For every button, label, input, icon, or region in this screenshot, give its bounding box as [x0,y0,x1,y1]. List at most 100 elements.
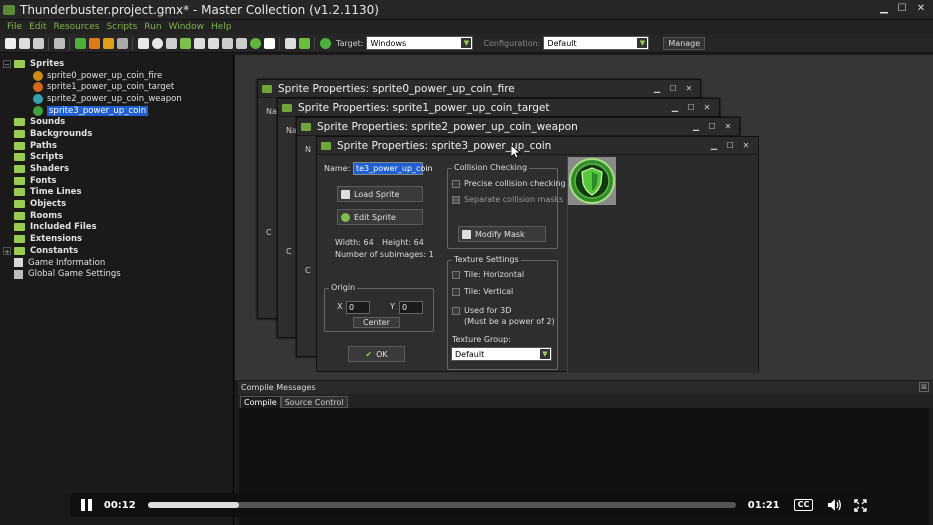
window-titlebar[interactable]: Sprite Properties: sprite1_power_up_coin… [278,99,719,117]
tree-folder-backgrounds[interactable]: Backgrounds [3,128,233,140]
tree-item-game-information[interactable]: Game Information [3,257,233,269]
tree-folder-constants[interactable]: + Constants [3,245,233,257]
object-icon[interactable] [249,37,261,49]
origin-label: Origin [329,283,358,292]
tile-horizontal-checkbox[interactable]: Tile: Horizontal [452,270,524,279]
tile-vertical-checkbox[interactable]: Tile: Vertical [452,287,513,296]
run-icon[interactable] [74,37,86,49]
tree-folder-rooms[interactable]: Rooms [3,210,233,222]
close-icon[interactable]: ✕ [721,121,735,132]
sound-icon[interactable] [151,37,163,49]
tree-folder-fonts[interactable]: Fonts [3,175,233,187]
sprite-name-input[interactable]: te3_power_up_coin [353,162,433,175]
help-icon[interactable] [319,37,331,49]
tree-folder-shaders[interactable]: Shaders [3,163,233,175]
minimize-icon[interactable]: ▁ [650,83,664,94]
closed-captions-button[interactable]: CC [793,499,814,511]
menu-resources[interactable]: Resources [54,22,100,32]
shader-icon[interactable] [207,37,219,49]
expand-icon[interactable]: + [3,246,11,256]
resource-tree: − Sprites sprite0_power_up_coin_fire spr… [0,55,234,525]
maximize-icon[interactable]: ☐ [723,140,737,151]
close-icon[interactable]: ✕ [700,102,714,113]
name-label: Name: [324,164,351,173]
window-titlebar[interactable]: Sprite Properties: sprite2_power_up_coin… [297,118,739,136]
font-icon[interactable] [221,37,233,49]
sprite-properties-window[interactable]: Sprite Properties: sprite3_power_up_coin… [316,136,759,373]
open-icon[interactable] [18,37,30,49]
settings-icon[interactable] [298,37,310,49]
collapse-icon[interactable]: − [3,59,11,69]
menu-file[interactable]: File [7,22,22,32]
precise-collision-checkbox[interactable]: Precise collision checking [452,179,566,188]
window-titlebar[interactable]: Sprite Properties: sprite3_power_up_coin [317,137,758,155]
new-icon[interactable] [4,37,16,49]
clean-icon[interactable] [116,37,128,49]
menu-scripts[interactable]: Scripts [106,22,137,32]
origin-x-input[interactable]: 0 [346,301,370,314]
room-icon[interactable] [263,37,275,49]
window-titlebar[interactable]: Sprite Properties: sprite0_power_up_coin… [258,80,700,98]
ok-button[interactable]: ✔ OK [348,346,405,362]
progress-bar[interactable] [147,502,736,508]
modify-mask-button[interactable]: Modify Mask [458,226,546,242]
separate-masks-checkbox[interactable]: Separate collision masks [452,195,563,204]
maximize-icon[interactable]: ☐ [684,102,698,113]
menu-run[interactable]: Run [144,22,161,32]
dock-icon[interactable]: ⊠ [919,382,929,392]
menu-edit[interactable]: Edit [29,22,46,32]
minimize-icon[interactable]: ▁ [707,140,721,151]
tree-item-sprite2[interactable]: sprite2_power_up_coin_weapon [3,93,233,105]
edit-sprite-button[interactable]: Edit Sprite [337,209,423,225]
target-select[interactable]: Windows ▼ [366,36,474,50]
menu-help[interactable]: Help [211,22,232,32]
texture-group-select[interactable]: Default ▼ [451,347,552,361]
tree-folder-sprites[interactable]: − Sprites [3,58,233,70]
sprite-icon[interactable] [137,37,149,49]
tree-folder-objects[interactable]: Objects [3,198,233,210]
debug-icon[interactable] [88,37,100,49]
tree-item-sprite0[interactable]: sprite0_power_up_coin_fire [3,70,233,82]
load-sprite-button[interactable]: Load Sprite [337,186,423,202]
minimize-icon[interactable]: ▁ [689,121,703,132]
tree-folder-scripts[interactable]: Scripts [3,152,233,164]
manage-button[interactable]: Manage [663,36,706,50]
stop-icon[interactable] [102,37,114,49]
center-button[interactable]: Center [353,317,400,328]
origin-y-input[interactable]: 0 [399,301,423,314]
tree-folder-time-lines[interactable]: Time Lines [3,187,233,199]
used-for-3d-checkbox[interactable]: Used for 3D [452,306,511,315]
name-label-stub: N [305,145,311,154]
name-label-stub: Na [266,107,277,116]
pause-button[interactable] [81,499,92,511]
folder-label: Sounds [30,117,66,128]
save-icon[interactable] [32,37,44,49]
timeline-icon[interactable] [235,37,247,49]
close-icon[interactable]: ✕ [682,83,696,94]
tree-item-sprite3[interactable]: sprite3_power_up_coin [3,105,233,117]
minimize-icon[interactable]: ▁ [668,102,682,113]
game-info-icon[interactable] [284,37,296,49]
maximize-icon[interactable]: ☐ [705,121,719,132]
tab-compile[interactable]: Compile [240,396,281,408]
tree-folder-paths[interactable]: Paths [3,140,233,152]
export-icon[interactable] [53,37,65,49]
minimize-icon[interactable]: ▁ [876,3,892,15]
tree-folder-sounds[interactable]: Sounds [3,116,233,128]
menu-window[interactable]: Window [169,22,205,32]
fullscreen-icon[interactable] [854,498,867,512]
tree-item-sprite1[interactable]: sprite1_power_up_coin_target [3,81,233,93]
tree-folder-included-files[interactable]: Included Files [3,222,233,234]
configuration-select[interactable]: Default ▼ [543,36,650,50]
volume-icon[interactable] [827,498,843,512]
maximize-icon[interactable]: ☐ [894,3,910,15]
close-icon[interactable]: ✕ [739,140,753,151]
path-icon[interactable] [179,37,191,49]
tree-folder-extensions[interactable]: Extensions [3,233,233,245]
tab-source-control[interactable]: Source Control [280,396,348,408]
script-icon[interactable] [193,37,205,49]
maximize-icon[interactable]: ☐ [666,83,680,94]
tree-item-global-settings[interactable]: Global Game Settings [3,268,233,280]
close-icon[interactable]: ✕ [913,3,929,15]
background-icon[interactable] [165,37,177,49]
